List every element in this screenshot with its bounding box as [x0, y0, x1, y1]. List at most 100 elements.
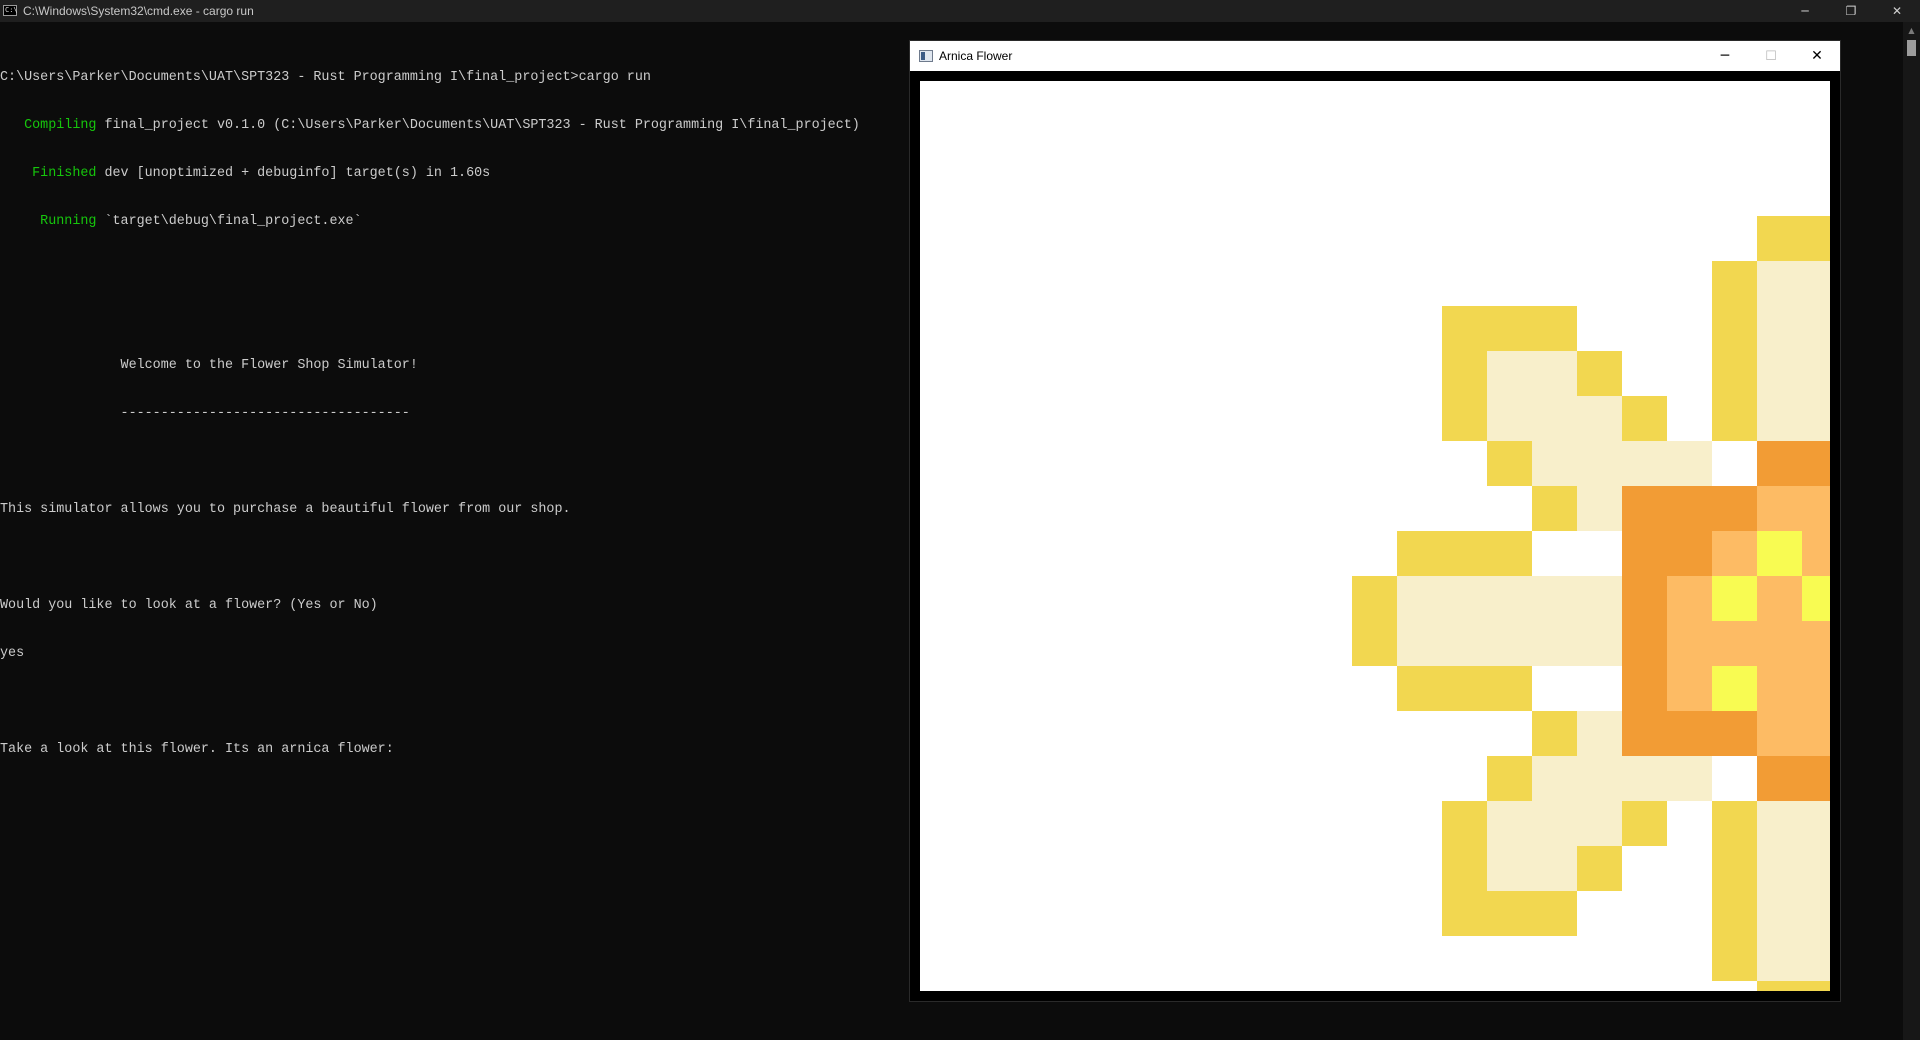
flower-pixel: [1487, 891, 1532, 936]
flower-pixel: [1667, 621, 1712, 666]
flower-pixel: [1622, 756, 1667, 801]
flower-pixel: [1442, 801, 1487, 846]
flower-pixel: [1622, 531, 1667, 576]
compile-status: Compiling: [0, 118, 97, 133]
compile-line: Compiling final_project v0.1.0 (C:\Users…: [0, 118, 860, 134]
running-text: `target\debug\final_project.exe`: [96, 214, 362, 229]
flower-pixel: [1487, 801, 1532, 846]
flower-pixel: [1577, 441, 1622, 486]
flower-pixel: [1802, 261, 1830, 306]
flower-pixel: [1577, 396, 1622, 441]
flower-pixel: [1802, 396, 1830, 441]
flower-pixel: [1622, 711, 1667, 756]
flower-pixel: [1802, 441, 1830, 486]
flower-pixel: [1712, 351, 1757, 396]
flower-pixel: [1757, 531, 1802, 576]
console-output[interactable]: C:\Users\Parker\Documents\UAT\SPT323 - R…: [0, 38, 860, 774]
flower-pixel: [1622, 576, 1667, 621]
flower-pixel: [1622, 486, 1667, 531]
window-app-icon: [919, 50, 933, 62]
finished-text: dev [unoptimized + debuginfo] target(s) …: [96, 166, 491, 181]
running-status: Running: [0, 214, 97, 229]
flower-pixel: [1757, 801, 1802, 846]
flower-pixel: [1802, 486, 1830, 531]
flower-pixel: [1802, 891, 1830, 936]
flower-pixel: [1442, 306, 1487, 351]
flower-pixel: [1577, 576, 1622, 621]
flower-pixel: [1712, 891, 1757, 936]
console-close-button[interactable]: ✕: [1874, 0, 1920, 22]
flower-pixel: [1667, 711, 1712, 756]
flower-pixel: [1442, 846, 1487, 891]
scrollbar-thumb[interactable]: [1907, 40, 1916, 56]
flower-pixel: [1667, 486, 1712, 531]
intro-line: This simulator allows you to purchase a …: [0, 502, 571, 517]
finished-line: Finished dev [unoptimized + debuginfo] t…: [0, 166, 860, 182]
flower-pixel: [1802, 756, 1830, 801]
flower-pixel: [1442, 891, 1487, 936]
flower-pixel: [1757, 441, 1802, 486]
arnica-flower-pixel-art: [1352, 216, 1830, 991]
flower-pixel: [1757, 711, 1802, 756]
running-line: Running `target\debug\final_project.exe`: [0, 214, 860, 230]
flower-pixel: [1712, 486, 1757, 531]
flower-pixel: [1802, 216, 1830, 261]
flower-pixel: [1532, 486, 1577, 531]
scroll-up-arrow-icon[interactable]: ▲: [1903, 22, 1920, 39]
flower-pixel: [1712, 531, 1757, 576]
flower-pixel: [1802, 576, 1830, 621]
flower-pixel: [1712, 801, 1757, 846]
flower-pixel: [1577, 351, 1622, 396]
flower-close-button[interactable]: ✕: [1794, 41, 1840, 71]
flower-pixel: [1487, 666, 1532, 711]
flower-pixel: [1757, 261, 1802, 306]
finished-status: Finished: [0, 166, 97, 181]
flower-pixel: [1442, 666, 1487, 711]
flower-pixel: [1802, 801, 1830, 846]
flower-pixel: [1802, 981, 1830, 991]
flower-pixel: [1532, 711, 1577, 756]
flower-maximize-button[interactable]: ☐: [1748, 41, 1794, 71]
flower-pixel: [1757, 396, 1802, 441]
question-line: Would you like to look at a flower? (Yes…: [0, 598, 378, 613]
flower-pixel: [1757, 936, 1802, 981]
flower-pixel: [1532, 756, 1577, 801]
flower-pixel: [1712, 306, 1757, 351]
welcome-underline: ------------------------------------: [0, 406, 410, 421]
flower-pixel: [1712, 711, 1757, 756]
flower-pixel: [1757, 621, 1802, 666]
flower-pixel: [1622, 666, 1667, 711]
flower-pixel: [1442, 396, 1487, 441]
console-title-bar[interactable]: C:\ C:\Windows\System32\cmd.exe - cargo …: [0, 0, 1920, 22]
flower-window-controls: ─ ☐ ✕: [1702, 41, 1840, 71]
console-minimize-button[interactable]: ─: [1782, 0, 1828, 22]
console-window-controls: ─ ❐ ✕: [1782, 0, 1920, 22]
flower-pixel: [1712, 936, 1757, 981]
flower-pixel: [1802, 846, 1830, 891]
flower-pixel: [1667, 576, 1712, 621]
flower-pixel: [1532, 891, 1577, 936]
flower-pixel: [1757, 666, 1802, 711]
flower-pixel: [1487, 351, 1532, 396]
flower-pixel: [1667, 441, 1712, 486]
answer-line: yes: [0, 646, 25, 661]
flower-minimize-button[interactable]: ─: [1702, 41, 1748, 71]
flower-pixel: [1622, 801, 1667, 846]
console-restore-button[interactable]: ❐: [1828, 0, 1874, 22]
flower-window-title: Arnica Flower: [939, 49, 1013, 63]
flower-pixel: [1757, 306, 1802, 351]
flower-pixel: [1487, 621, 1532, 666]
flower-window: Arnica Flower ─ ☐ ✕: [910, 41, 1840, 1001]
flower-pixel: [1487, 756, 1532, 801]
console-scrollbar[interactable]: ▲: [1903, 22, 1920, 1040]
flower-pixel: [1532, 306, 1577, 351]
flower-pixel: [1712, 846, 1757, 891]
flower-pixel: [1757, 981, 1802, 991]
flower-pixel: [1487, 441, 1532, 486]
flower-window-title-bar[interactable]: Arnica Flower ─ ☐ ✕: [910, 41, 1840, 71]
flower-pixel: [1532, 576, 1577, 621]
console-prompt-line: C:\Users\Parker\Documents\UAT\SPT323 - R…: [0, 70, 651, 85]
flower-pixel: [1487, 576, 1532, 621]
